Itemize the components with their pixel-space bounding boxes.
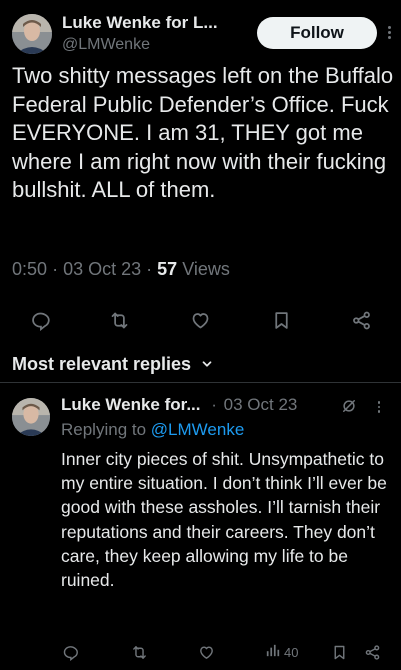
- share-icon[interactable]: [364, 640, 381, 664]
- grok-icon[interactable]: [340, 397, 358, 415]
- replying-to-label: Replying to: [61, 420, 147, 439]
- reply-icon[interactable]: [25, 305, 55, 335]
- avatar[interactable]: [12, 14, 52, 54]
- views-button[interactable]: 40: [264, 640, 298, 664]
- share-icon[interactable]: [346, 305, 376, 335]
- avatar-image: [12, 14, 52, 54]
- more-icon[interactable]: [374, 398, 384, 416]
- reply-header: Luke Wenke for... · 03 Oct 23: [61, 395, 297, 415]
- tweet-meta: 0:50 · 03 Oct 23 · 57 Views: [12, 259, 230, 280]
- follow-button[interactable]: Follow: [257, 17, 377, 49]
- reply-author-name[interactable]: Luke Wenke for...: [61, 395, 201, 414]
- avatar-image: [12, 398, 50, 436]
- avatar[interactable]: [12, 398, 50, 436]
- tweet-author-row: Luke Wenke for L... @LMWenke Follow: [12, 8, 391, 56]
- views-icon: [264, 642, 281, 662]
- bookmark-icon[interactable]: [266, 305, 296, 335]
- more-icon[interactable]: [382, 20, 396, 44]
- tweet-action-bar: [0, 305, 401, 335]
- like-icon[interactable]: [198, 640, 215, 664]
- meta-separator: ·: [146, 259, 153, 279]
- author-handle[interactable]: @LMWenke: [62, 36, 150, 54]
- chevron-down-icon: [200, 355, 214, 376]
- reply-separator: ·: [211, 395, 217, 414]
- views-label: Views: [182, 259, 230, 279]
- views-count[interactable]: 57: [157, 259, 177, 279]
- divider: [0, 382, 401, 383]
- replies-sort-dropdown[interactable]: Most relevant replies: [12, 354, 214, 376]
- reply-text: Inner city pieces of shit. Unsympathetic…: [61, 449, 387, 591]
- bookmark-icon[interactable]: [331, 640, 348, 664]
- tweet-text: Two shitty messages left on the Buffalo …: [12, 63, 394, 202]
- reply-date[interactable]: 03 Oct 23: [224, 395, 298, 414]
- replies-header-label: Most relevant replies: [12, 354, 192, 374]
- replying-to: Replying to @LMWenke: [61, 420, 244, 440]
- author-name[interactable]: Luke Wenke for L...: [62, 13, 218, 33]
- tweet-date[interactable]: 03 Oct 23: [63, 259, 141, 279]
- tweet-time[interactable]: 0:50: [12, 259, 47, 279]
- reply-views-count: 40: [284, 644, 299, 660]
- retweet-icon[interactable]: [104, 305, 134, 335]
- like-icon[interactable]: [185, 305, 215, 335]
- replying-to-handle[interactable]: @LMWenke: [151, 420, 244, 439]
- meta-separator: ·: [52, 259, 59, 279]
- reply-icon[interactable]: [62, 640, 79, 664]
- reply-action-bar: 40: [0, 640, 401, 664]
- retweet-icon[interactable]: [131, 640, 148, 664]
